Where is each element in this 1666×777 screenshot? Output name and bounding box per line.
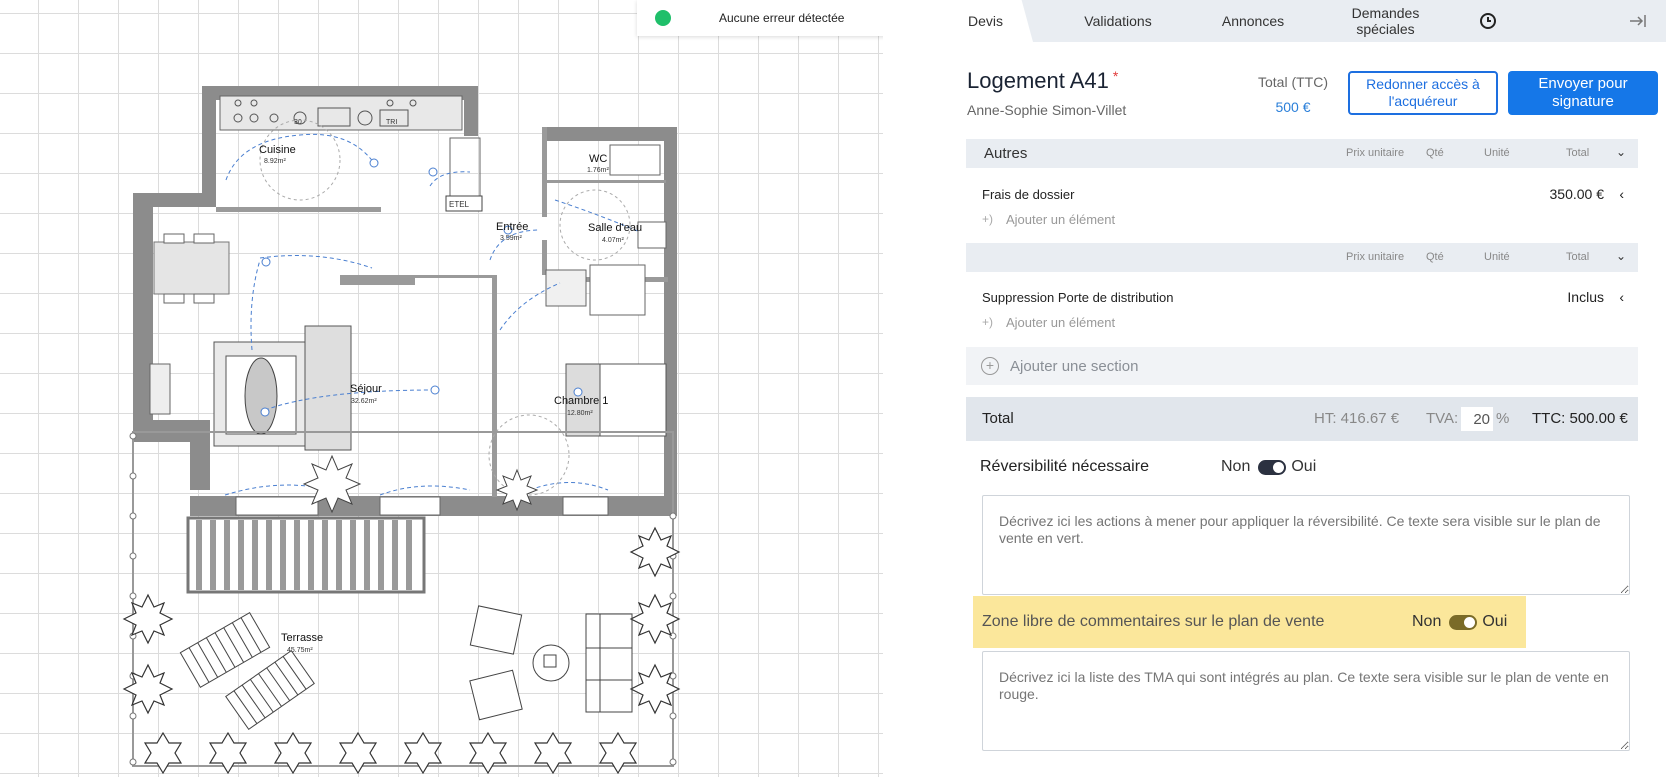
add-item-button[interactable]: +) Ajouter un élément (966, 313, 1638, 333)
comment-zone-toggle[interactable] (1449, 614, 1478, 630)
validation-status-text: Aucune erreur détectée (719, 11, 845, 25)
unit-title: Logement A41 (967, 68, 1109, 93)
room-name-cuisine: Cuisine (259, 144, 296, 156)
col-total: Total (1566, 251, 1590, 263)
plan-label-etel: ETEL (449, 200, 470, 209)
add-item-button[interactable]: +) Ajouter un élément (966, 210, 1638, 230)
reversibility-row: Réversibilité nécessaire Non Oui (980, 449, 1316, 485)
add-item-label: Ajouter un élément (1006, 212, 1116, 227)
tva-percent-sign: % (1496, 410, 1510, 427)
section-title: Autres (984, 145, 1028, 162)
room-name-entree: Entrée (496, 221, 528, 233)
plan-label-tri: TRI (386, 119, 397, 126)
reversibility-textarea[interactable] (982, 495, 1630, 595)
comment-zone-row: Zone libre de commentaires sur le plan d… (973, 596, 1526, 648)
comment-zone-textarea[interactable] (982, 651, 1630, 751)
chevron-left-icon[interactable]: ‹ (1619, 186, 1624, 202)
room-area-terrasse: 45.75m² (287, 647, 313, 654)
required-marker: * (1112, 68, 1119, 84)
tab-demandes-speciales[interactable]: Demandes spéciales (1328, 0, 1443, 42)
tab-devis[interactable]: Devis (938, 0, 1033, 42)
room-name-salle-eau: Salle d'eau (588, 222, 642, 234)
toggle-on-label: Oui (1482, 613, 1508, 630)
status-dot-icon (655, 10, 671, 26)
buyer-name: Anne-Sophie Simon-Villet (967, 102, 1127, 118)
add-section-button[interactable]: + Ajouter une section (966, 347, 1638, 385)
col-unit: Unité (1484, 147, 1510, 159)
washbasin (637, 221, 667, 249)
dining-table (153, 241, 230, 295)
toggle-off-label: Non (1221, 458, 1251, 475)
console (149, 363, 171, 415)
send-for-signature-button[interactable]: Envoyer pour signature (1508, 71, 1658, 115)
quote-header: Logement A41 * Anne-Sophie Simon-Villet T… (938, 42, 1666, 146)
col-unit: Unité (1484, 251, 1510, 263)
floor-plan[interactable]: 30 TRI ETEL Cuisine 8.92m² WC 1.76m² Ent… (0, 0, 883, 777)
terrace-pergola (186, 516, 426, 594)
tva-label: TVA: (1426, 410, 1459, 427)
tva-rate-input[interactable]: 20 (1461, 407, 1493, 431)
chevron-left-icon[interactable]: ‹ (1619, 289, 1624, 305)
collapse-panel-icon[interactable] (1618, 0, 1658, 42)
shower-tray (545, 269, 587, 307)
room-name-chambre-1: Chambre 1 (554, 395, 608, 407)
room-area-chambre-1: 12.80m² (567, 410, 593, 417)
col-total: Total (1566, 147, 1590, 159)
room-area-cuisine: 8.92m² (264, 158, 286, 165)
validation-status-banner[interactable]: Aucune erreur détectée ⌄ (637, 0, 883, 36)
section-header-untitled[interactable]: Prix unitaire Qté Unité Total ⌄ (966, 243, 1638, 272)
col-qty: Qté (1426, 251, 1444, 263)
terrace-outline (132, 431, 674, 767)
terrace-loungers (179, 605, 633, 731)
total-ttc: TTC: 500.00 € (1532, 410, 1628, 427)
tab-annonces[interactable]: Annonces (1193, 0, 1313, 42)
col-unit-price: Prix unitaire (1346, 147, 1405, 159)
totals-bar: Total HT: 416.67 € TVA: 20 % TTC: 500.00… (966, 397, 1638, 441)
room-area-sejour: 32.62m² (351, 398, 377, 405)
total-ht: HT: 416.67 € (1314, 410, 1400, 427)
chevron-down-icon[interactable]: ⌄ (1616, 249, 1626, 263)
line-item-name: Frais de dossier (982, 187, 1075, 202)
room-area-wc: 1.76m² (587, 167, 609, 174)
panel-tabs: Devis Validations Annonces Demandes spéc… (938, 0, 1666, 42)
plus-circle-icon: + (981, 357, 999, 375)
comment-zone-label: Zone libre de commentaires sur le plan d… (982, 613, 1325, 630)
restore-buyer-access-button[interactable]: Redonner accès à l'acquéreur (1348, 71, 1498, 115)
totals-label: Total (982, 410, 1014, 427)
shower (589, 264, 646, 316)
line-item[interactable]: Suppression Porte de distribution Inclus… (966, 286, 1638, 312)
room-area-salle-eau: 4.07m² (602, 237, 624, 244)
page-title: Logement A41 * (967, 68, 1118, 94)
terrace-handles (129, 432, 677, 766)
room-name-terrasse: Terrasse (281, 632, 323, 644)
toggle-on-label: Oui (1291, 458, 1317, 475)
toilet (609, 144, 661, 176)
col-unit-price: Prix unitaire (1346, 251, 1405, 263)
coffee-table (244, 357, 278, 435)
add-section-label: Ajouter une section (1010, 358, 1139, 375)
room-name-wc: WC (589, 153, 607, 165)
floor-plan-canvas[interactable]: 30 TRI ETEL Cuisine 8.92m² WC 1.76m² Ent… (0, 0, 883, 777)
section-header-autres[interactable]: Autres Prix unitaire Qté Unité Total ⌄ (966, 139, 1638, 168)
reversibility-toggle[interactable] (1258, 459, 1287, 475)
cupboard (449, 137, 481, 199)
line-item-total: Inclus (1567, 289, 1604, 305)
room-area-entree: 3.59m² (500, 235, 522, 242)
line-item-total: 350.00 € (1549, 186, 1605, 202)
add-item-label: Ajouter un élément (1006, 315, 1116, 330)
reversibility-label: Réversibilité nécessaire (980, 458, 1149, 475)
line-item-name: Suppression Porte de distribution (982, 290, 1174, 305)
plus-icon: +) (982, 315, 994, 329)
total-ttc-label: Total (TTC) (1258, 74, 1328, 90)
quote-panel: Devis Validations Annonces Demandes spéc… (938, 0, 1666, 777)
chevron-down-icon[interactable]: ⌄ (1616, 145, 1626, 159)
line-item[interactable]: Frais de dossier 350.00 € ‹ (966, 183, 1638, 209)
room-name-sejour: Séjour (350, 383, 382, 395)
toggle-off-label: Non (1412, 613, 1442, 630)
plus-icon: +) (982, 212, 994, 226)
total-ttc-value: 500 € (1275, 99, 1311, 115)
clock-icon[interactable] (1468, 0, 1508, 42)
col-qty: Qté (1426, 147, 1444, 159)
tab-validations[interactable]: Validations (1058, 0, 1178, 42)
